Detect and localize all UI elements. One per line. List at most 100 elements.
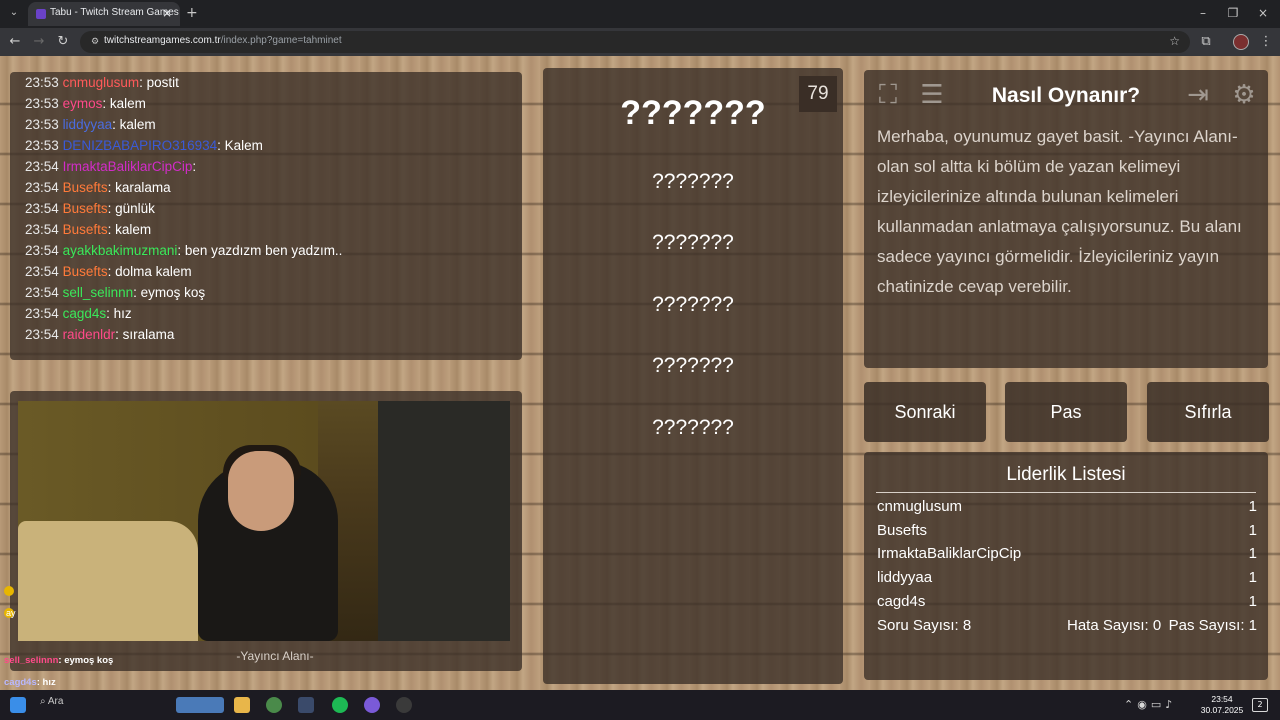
- exit-icon[interactable]: ⇥: [1182, 78, 1214, 112]
- chat-text: : kalem: [107, 222, 152, 237]
- leaderboard-title: Liderlik Listesi: [876, 464, 1256, 493]
- chat-username[interactable]: ayakkbakimuzmani: [63, 243, 178, 258]
- bookmark-star-icon[interactable]: ☆: [1169, 34, 1180, 48]
- reset-button[interactable]: Sıfırla: [1147, 382, 1269, 442]
- chat-text: :: [192, 159, 197, 174]
- taskbar-search-label: Ara: [47, 696, 64, 707]
- chat-username[interactable]: IrmaktaBaliklarCipCip: [63, 159, 193, 174]
- chat-message: 23:54 Busefts: dolma kalem: [25, 261, 522, 282]
- chat-username[interactable]: cnmuglusum: [63, 75, 140, 90]
- url-text: twitchstreamgames.com.tr/index.php?game=…: [104, 35, 342, 46]
- chat-message: 23:54 Busefts: günlük: [25, 198, 522, 219]
- chat-message: 23:54 sell_selinnn: eymoş koş: [25, 282, 522, 303]
- chrome-icon[interactable]: [266, 697, 282, 713]
- gear-icon[interactable]: ⚙: [1228, 78, 1260, 112]
- taskbar-clock[interactable]: 23:54 30.07.2025: [1200, 694, 1244, 716]
- chat-username[interactable]: eymos: [63, 96, 103, 111]
- taboo-word: ???????: [652, 170, 734, 193]
- chat-message: 23:53 cnmuglusum: postit: [25, 72, 522, 93]
- browser-toolbar: ← → ↻ ⚙ twitchstreamgames.com.tr/index.p…: [0, 28, 1280, 56]
- window-close-icon[interactable]: ×: [1252, 4, 1274, 22]
- extensions-icon[interactable]: ⧉: [1197, 33, 1215, 51]
- chat-text: : dolma kalem: [107, 264, 192, 279]
- taboo-word: ???????: [652, 231, 734, 254]
- chat-text: : kalem: [112, 117, 156, 132]
- chat-timestamp: 23:54: [25, 243, 59, 258]
- profile-avatar[interactable]: [1233, 34, 1249, 50]
- word-card: 79 ??????? ??????? ??????? ??????? ?????…: [543, 68, 843, 684]
- game-area: 23:53 cnmuglusum: postit 23:53 eymos: kal…: [0, 56, 1280, 690]
- how-to-play-text: Merhaba, oyunumuz gayet basit. -Yayıncı …: [877, 127, 1242, 296]
- chat-timestamp: 23:54: [25, 264, 59, 279]
- browser-tab[interactable]: Tabu - Twitch Stream Games ×: [28, 2, 180, 26]
- chat-message: 23:54 IrmaktaBaliklarCipCip:: [25, 156, 522, 177]
- player-score: 1: [1248, 498, 1257, 515]
- start-icon[interactable]: [10, 697, 26, 713]
- chat-username[interactable]: sell_selinnn: [63, 285, 134, 300]
- discord-icon[interactable]: [364, 697, 380, 713]
- error-count: Hata Sayısı: 0: [1067, 617, 1162, 634]
- chat-text: : günlük: [107, 201, 155, 216]
- tab-search-icon[interactable]: ⌄: [6, 5, 22, 21]
- taskbar-search[interactable]: ⌕ Ara: [40, 696, 63, 707]
- taboo-word: ???????: [652, 354, 734, 377]
- chat-text: : kalem: [102, 96, 146, 111]
- overlay-text: : hız: [36, 677, 56, 688]
- chat-username[interactable]: Busefts: [63, 222, 108, 237]
- overlay-side-text: ay: [6, 608, 16, 618]
- steam-icon[interactable]: [298, 697, 314, 713]
- next-button[interactable]: Sonraki: [864, 382, 986, 442]
- restore-icon[interactable]: ❐: [1222, 4, 1244, 22]
- clock-date: 30.07.2025: [1200, 705, 1244, 715]
- leaderboard-row: IrmaktaBaliklarCipCip 1: [877, 545, 1257, 569]
- file-explorer-icon[interactable]: [234, 697, 250, 713]
- address-bar[interactable]: ⚙ twitchstreamgames.com.tr/index.php?gam…: [80, 31, 1190, 53]
- tab-title: Tabu - Twitch Stream Games: [50, 7, 179, 18]
- chat-username[interactable]: Busefts: [63, 201, 108, 216]
- leaderboard-row: cagd4s 1: [877, 593, 1257, 617]
- overlay-text: : eymoş koş: [58, 655, 114, 666]
- chat-username[interactable]: Busefts: [63, 180, 108, 195]
- player-name: cnmuglusum: [877, 498, 963, 515]
- chat-timestamp: 23:54: [25, 201, 59, 216]
- leaderboard-row: liddyyaa 1: [877, 569, 1257, 593]
- chat-username[interactable]: DENIZBABAPIRO316934: [63, 138, 218, 153]
- chat-timestamp: 23:54: [25, 306, 59, 321]
- notifications-icon[interactable]: 2: [1252, 698, 1268, 712]
- chat-message: 23:54 cagd4s: hız: [25, 303, 522, 324]
- webcam-video: [18, 401, 510, 641]
- tab-close-icon[interactable]: ×: [162, 6, 172, 20]
- system-tray[interactable]: ⌃◉▭♪: [1124, 698, 1176, 711]
- site-info-icon[interactable]: ⚙: [88, 35, 102, 49]
- chat-text: : karalama: [107, 180, 171, 195]
- chat-username[interactable]: Busefts: [63, 264, 108, 279]
- chat-timestamp: 23:53: [25, 117, 59, 132]
- player-score: 1: [1248, 545, 1257, 562]
- minimize-icon[interactable]: –: [1192, 4, 1214, 22]
- chat-username[interactable]: liddyyaa: [63, 117, 113, 132]
- player-score: 1: [1248, 569, 1257, 586]
- chat-panel: 23:53 cnmuglusum: postit 23:53 eymos: kal…: [10, 72, 522, 360]
- chat-message: 23:54 Busefts: karalama: [25, 177, 522, 198]
- pass-button[interactable]: Pas: [1005, 382, 1127, 442]
- clock-time: 23:54: [1211, 694, 1233, 704]
- menu-icon[interactable]: ⋮: [1257, 33, 1275, 51]
- widgets-icon[interactable]: [176, 697, 224, 713]
- chat-username[interactable]: cagd4s: [63, 306, 107, 321]
- obs-icon[interactable]: [396, 697, 412, 713]
- reload-icon[interactable]: ↻: [54, 33, 72, 51]
- back-icon[interactable]: ←: [6, 33, 24, 51]
- leaderboard-row: cnmuglusum 1: [877, 498, 1257, 522]
- forward-icon[interactable]: →: [30, 33, 48, 51]
- chat-message: 23:54 ayakkbakimuzmani: ben yazdızm ben …: [25, 240, 522, 261]
- chat-timestamp: 23:53: [25, 138, 59, 153]
- taboo-word: ???????: [652, 416, 734, 439]
- url-path: /index.php?game=tahminet: [220, 35, 342, 46]
- chat-timestamp: 23:54: [25, 285, 59, 300]
- new-tab-icon[interactable]: +: [186, 5, 198, 21]
- taskbar: ⌕ Ara ⌃◉▭♪ 23:54 30.07.2025 2: [0, 690, 1280, 720]
- chat-username[interactable]: raidenldr: [63, 327, 116, 342]
- chat-message: 23:53 DENIZBABAPIRO316934: Kalem: [25, 135, 522, 156]
- chat-message: 23:53 liddyyaa: kalem: [25, 114, 522, 135]
- spotify-icon[interactable]: [332, 697, 348, 713]
